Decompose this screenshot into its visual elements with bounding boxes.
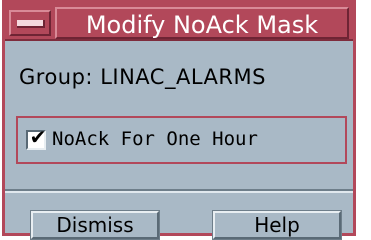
noack-checkbox[interactable]: ✔ xyxy=(26,125,47,150)
window-title: Modify NoAck Mask xyxy=(55,7,349,39)
group-value: LINAC_ALARMS xyxy=(100,65,266,89)
window-menu-icon xyxy=(17,20,45,28)
window-menu-button[interactable] xyxy=(9,10,51,36)
help-button[interactable]: Help xyxy=(212,210,342,240)
title-bar: Modify NoAck Mask xyxy=(5,3,353,41)
dismiss-button[interactable]: Dismiss xyxy=(30,210,160,240)
group-label: Group: xyxy=(19,65,94,89)
noack-label[interactable]: NoAck For One Hour xyxy=(52,128,258,150)
noack-frame: ✔ NoAck For One Hour xyxy=(16,116,347,164)
group-line: Group: LINAC_ALARMS xyxy=(19,65,266,89)
dialog-window: Modify NoAck Mask Group: LINAC_ALARMS ✔ … xyxy=(2,0,356,240)
separator xyxy=(5,189,353,193)
check-icon: ✔ xyxy=(29,125,47,149)
